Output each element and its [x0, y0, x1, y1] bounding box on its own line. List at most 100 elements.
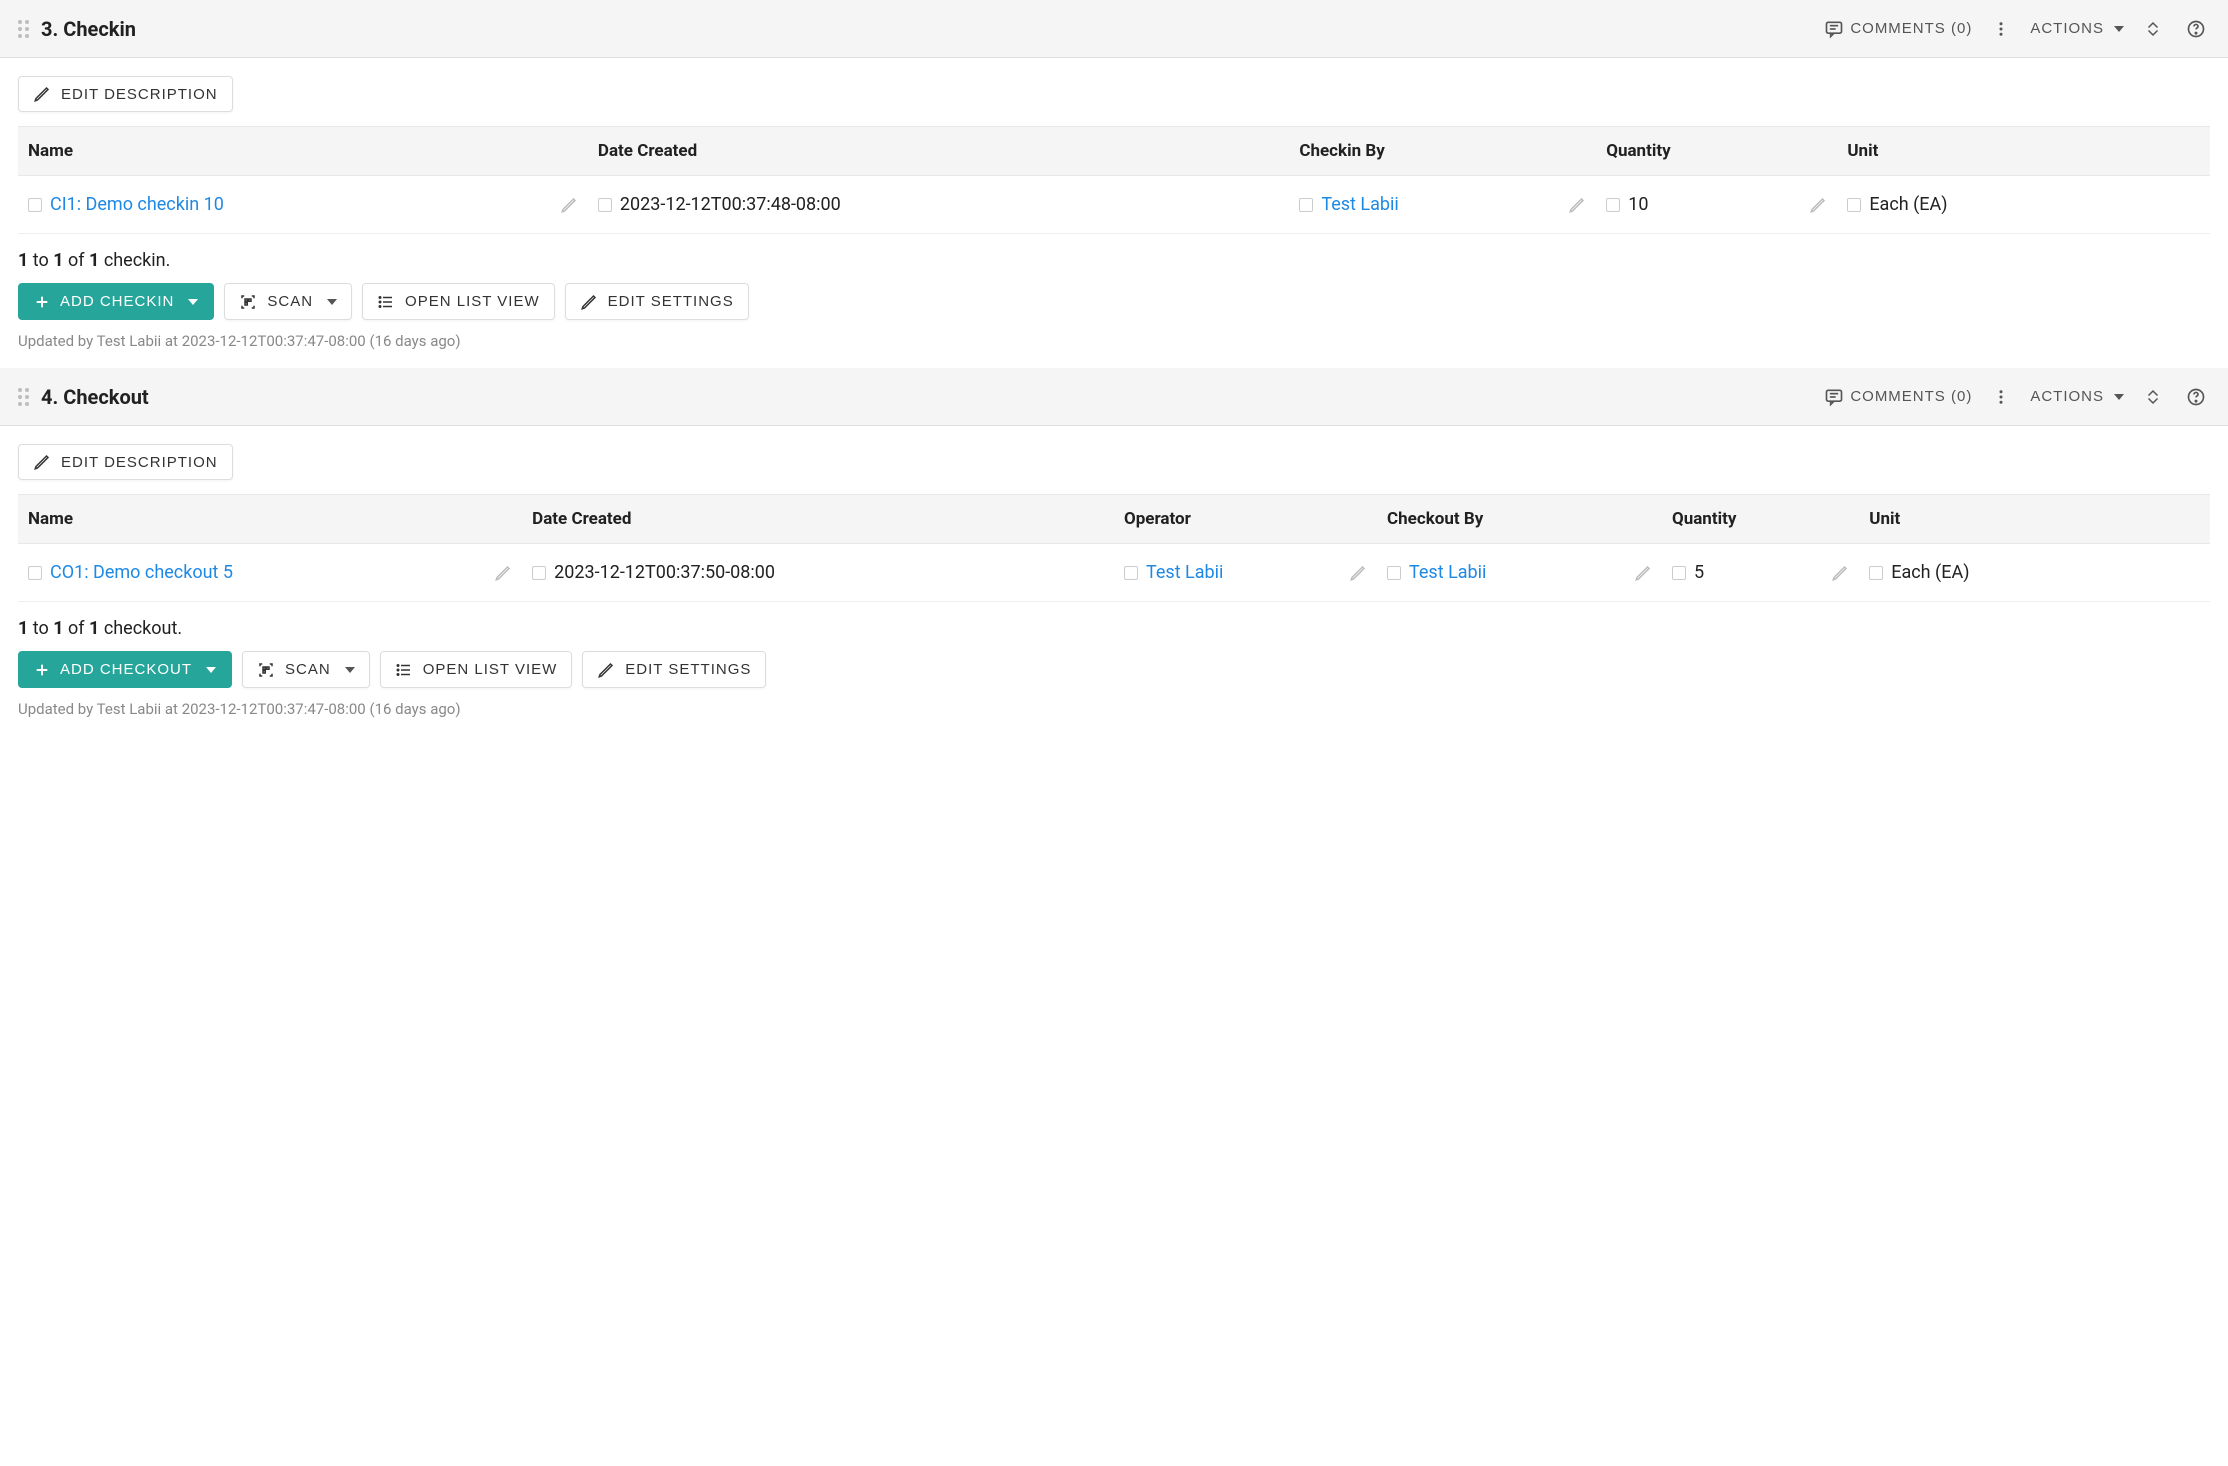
col-unit: Unit: [1859, 495, 2210, 544]
header-actions: COMMENTS (0) ACTIONS: [1824, 383, 2210, 411]
edit-description-button[interactable]: EDIT DESCRIPTION: [18, 444, 233, 480]
section-body-checkout: EDIT DESCRIPTION Name Date Created Opera…: [0, 426, 2228, 736]
col-unit: Unit: [1837, 127, 2210, 176]
edit-description-button[interactable]: EDIT DESCRIPTION: [18, 76, 233, 112]
row-unit: Each (EA): [1869, 194, 1947, 215]
section-header-checkout: 4. Checkout COMMENTS (0) ACTIONS: [0, 368, 2228, 426]
more-vertical-icon: [1992, 20, 2010, 38]
help-button[interactable]: [2182, 383, 2210, 411]
open-list-view-button[interactable]: OPEN LIST VIEW: [380, 651, 573, 688]
chevron-down-icon: [188, 299, 198, 305]
qr-scan-icon: [239, 293, 257, 311]
section-title: 3. Checkin: [41, 17, 1824, 41]
pencil-icon: [33, 453, 51, 471]
plus-icon: [34, 294, 50, 310]
more-vertical-icon: [1992, 388, 2010, 406]
col-checkin-by: Checkin By: [1289, 127, 1596, 176]
add-checkin-button[interactable]: ADD CHECKIN: [18, 283, 214, 320]
row-quantity: 5: [1694, 562, 1704, 583]
actions-dropdown[interactable]: ACTIONS: [2030, 20, 2124, 37]
edit-cell-icon[interactable]: [1349, 564, 1367, 582]
count-suffix: checkout.: [99, 618, 182, 639]
checkbox[interactable]: [532, 566, 546, 580]
count-from: 1: [18, 250, 28, 271]
checkbox[interactable]: [1299, 198, 1313, 212]
more-button[interactable]: [1988, 16, 2014, 42]
open-list-label: OPEN LIST VIEW: [423, 661, 558, 678]
edit-cell-icon[interactable]: [1809, 196, 1827, 214]
add-label: ADD CHECKIN: [60, 293, 174, 310]
collapse-icon: [2144, 388, 2162, 406]
plus-icon: [34, 662, 50, 678]
comments-button[interactable]: COMMENTS (0): [1824, 387, 1972, 407]
table-row: CI1: Demo checkin 10 2023-12-12T00:37:48…: [18, 176, 2210, 234]
collapse-button[interactable]: [2140, 16, 2166, 42]
edit-cell-icon[interactable]: [494, 564, 512, 582]
checkbox[interactable]: [1672, 566, 1686, 580]
col-date-created: Date Created: [588, 127, 1289, 176]
comments-label: COMMENTS (0): [1850, 20, 1972, 37]
count-total: 1: [89, 618, 99, 639]
drag-handle-icon[interactable]: [18, 20, 29, 38]
edit-cell-icon[interactable]: [1634, 564, 1652, 582]
scan-button[interactable]: SCAN: [242, 651, 370, 688]
checkin-table: Name Date Created Checkin By Quantity Un…: [18, 126, 2210, 234]
qr-scan-icon: [257, 661, 275, 679]
chevron-down-icon: [206, 667, 216, 673]
table-header-row: Name Date Created Checkin By Quantity Un…: [18, 127, 2210, 176]
edit-description-label: EDIT DESCRIPTION: [61, 454, 218, 471]
help-icon: [2186, 19, 2206, 39]
list-icon: [395, 661, 413, 679]
col-checkout-by: Checkout By: [1377, 495, 1662, 544]
checkbox[interactable]: [28, 198, 42, 212]
checkbox[interactable]: [1869, 566, 1883, 580]
col-quantity: Quantity: [1662, 495, 1859, 544]
comment-icon: [1824, 19, 1844, 39]
row-quantity: 10: [1628, 194, 1648, 215]
row-operator-link[interactable]: Test Labii: [1146, 562, 1223, 583]
open-list-view-button[interactable]: OPEN LIST VIEW: [362, 283, 555, 320]
edit-settings-button[interactable]: EDIT SETTINGS: [582, 651, 766, 688]
row-by-link[interactable]: Test Labii: [1321, 194, 1398, 215]
scan-button[interactable]: SCAN: [224, 283, 352, 320]
edit-settings-label: EDIT SETTINGS: [608, 293, 734, 310]
add-checkout-button[interactable]: ADD CHECKOUT: [18, 651, 232, 688]
edit-settings-button[interactable]: EDIT SETTINGS: [565, 283, 749, 320]
comments-button[interactable]: COMMENTS (0): [1824, 19, 1972, 39]
col-name: Name: [18, 495, 522, 544]
collapse-button[interactable]: [2140, 384, 2166, 410]
open-list-label: OPEN LIST VIEW: [405, 293, 540, 310]
actions-dropdown[interactable]: ACTIONS: [2030, 388, 2124, 405]
section-body-checkin: EDIT DESCRIPTION Name Date Created Check…: [0, 58, 2228, 368]
edit-cell-icon[interactable]: [560, 196, 578, 214]
list-icon: [377, 293, 395, 311]
row-name-link[interactable]: CO1: Demo checkout 5: [50, 562, 233, 583]
count-to: 1: [53, 618, 63, 639]
header-actions: COMMENTS (0) ACTIONS: [1824, 15, 2210, 43]
row-name-link[interactable]: CI1: Demo checkin 10: [50, 194, 224, 215]
checkbox[interactable]: [1847, 198, 1861, 212]
row-by-link[interactable]: Test Labii: [1409, 562, 1486, 583]
edit-cell-icon[interactable]: [1831, 564, 1849, 582]
checkbox[interactable]: [1387, 566, 1401, 580]
drag-handle-icon[interactable]: [18, 388, 29, 406]
pencil-icon: [597, 661, 615, 679]
chevron-down-icon: [345, 667, 355, 673]
count-of-word: of: [64, 618, 89, 639]
help-icon: [2186, 387, 2206, 407]
help-button[interactable]: [2182, 15, 2210, 43]
count-to-word: to: [28, 250, 53, 271]
checkbox[interactable]: [28, 566, 42, 580]
checkbox[interactable]: [1124, 566, 1138, 580]
col-date-created: Date Created: [522, 495, 1114, 544]
count-to-word: to: [28, 618, 53, 639]
col-name: Name: [18, 127, 588, 176]
checkbox[interactable]: [1606, 198, 1620, 212]
scan-label: SCAN: [267, 293, 313, 310]
more-button[interactable]: [1988, 384, 2014, 410]
col-quantity: Quantity: [1596, 127, 1837, 176]
scan-label: SCAN: [285, 661, 331, 678]
col-operator: Operator: [1114, 495, 1377, 544]
checkbox[interactable]: [598, 198, 612, 212]
edit-cell-icon[interactable]: [1568, 196, 1586, 214]
